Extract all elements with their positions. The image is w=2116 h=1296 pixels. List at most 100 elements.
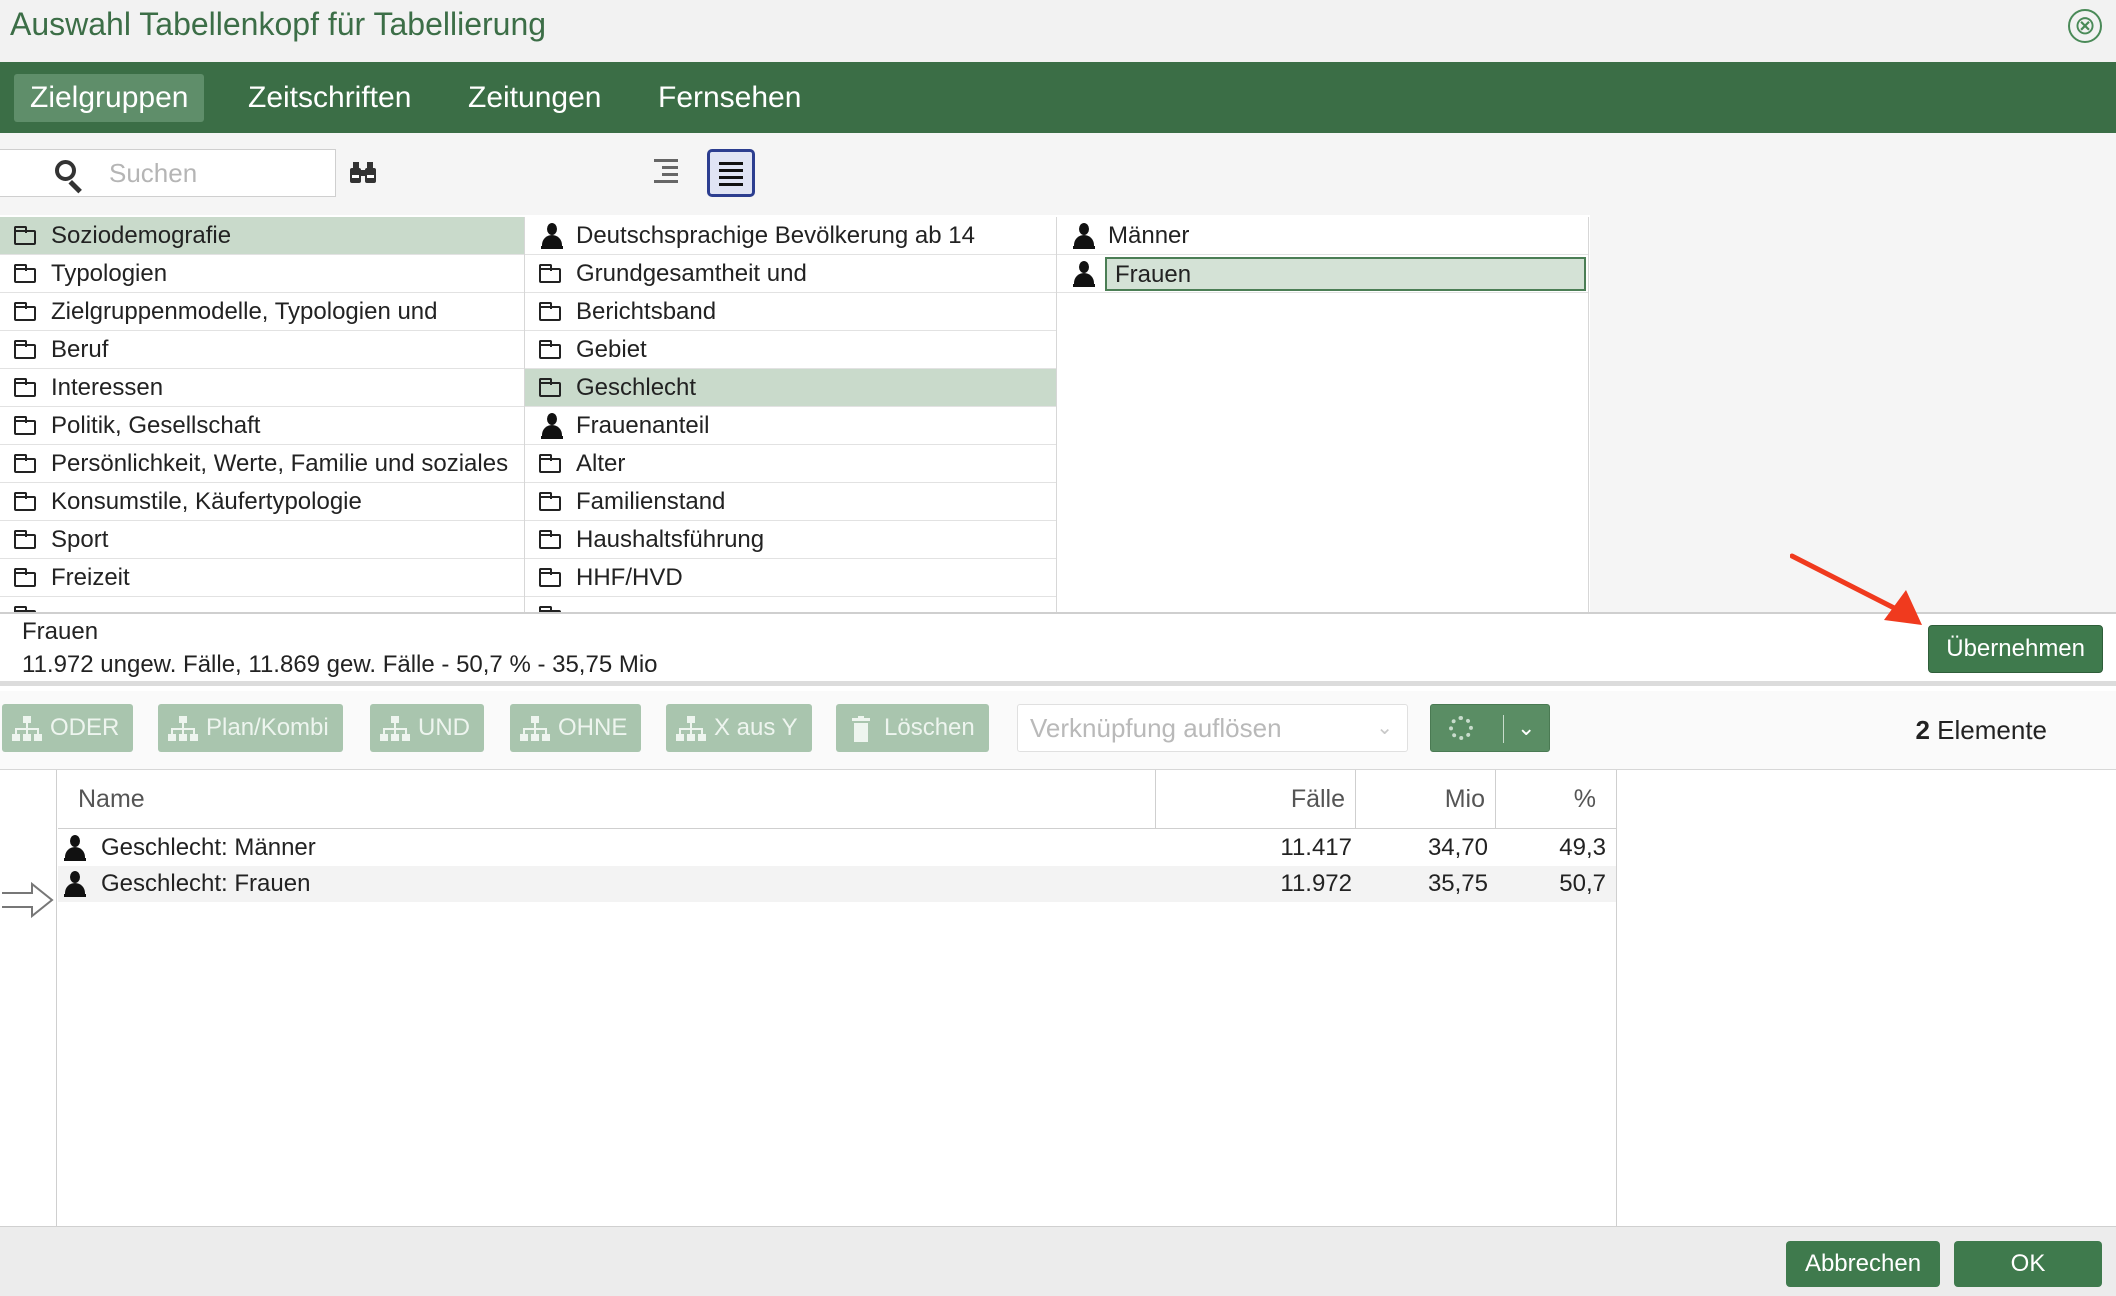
list-item[interactable]: Sport bbox=[0, 521, 524, 559]
hierarchy-icon bbox=[676, 716, 706, 742]
selected-name: Frauen bbox=[22, 618, 99, 645]
gear-icon bbox=[1449, 716, 1473, 740]
list-item-soziodemografie[interactable]: Soziodemografie bbox=[0, 217, 524, 255]
folder-icon bbox=[14, 226, 36, 245]
plan-kombi-button[interactable]: Plan/Kombi bbox=[158, 704, 343, 752]
link-resolve-select[interactable]: Verknüpfung auflösen ⌄ bbox=[1017, 704, 1408, 752]
folder-icon bbox=[14, 492, 36, 511]
list-item-maenner[interactable]: Männer bbox=[1057, 217, 1588, 255]
ok-button[interactable]: OK bbox=[1954, 1241, 2102, 1287]
category-browser: Soziodemografie Typologien Zielgruppenmo… bbox=[0, 215, 1590, 612]
search-input[interactable]: Suchen bbox=[0, 149, 336, 197]
person-icon bbox=[1073, 261, 1095, 287]
column-header-mio[interactable]: Mio bbox=[1355, 770, 1495, 829]
cancel-button[interactable]: Abbrechen bbox=[1786, 1241, 1940, 1287]
current-row-arrow-icon bbox=[2, 881, 54, 919]
loeschen-button[interactable]: Löschen bbox=[836, 704, 989, 752]
list-item[interactable]: HHF/HVD bbox=[525, 559, 1056, 597]
selected-stats: 11.972 ungew. Fälle, 11.869 gew. Fälle -… bbox=[22, 651, 658, 678]
column-header-name[interactable]: Name bbox=[58, 770, 1155, 829]
hierarchy-icon bbox=[168, 716, 198, 742]
folder-icon bbox=[539, 302, 561, 321]
title-bar: Auswahl Tabellenkopf für Tabellierung ⊗ bbox=[0, 0, 2116, 62]
und-button[interactable]: UND bbox=[370, 704, 484, 752]
folder-icon bbox=[539, 340, 561, 359]
folder-icon bbox=[539, 492, 561, 511]
row-gutter bbox=[0, 770, 57, 1227]
folder-icon bbox=[14, 302, 36, 321]
indent-view-icon[interactable] bbox=[642, 149, 690, 197]
tab-zielgruppen[interactable]: Zielgruppen bbox=[14, 74, 205, 122]
folder-icon bbox=[14, 568, 36, 587]
operations-bar: ODER Plan/Kombi UND OHNE X aus Y Löschen… bbox=[0, 691, 2116, 769]
list-item[interactable]: Typologien bbox=[0, 255, 524, 293]
list-item[interactable]: Alter bbox=[525, 445, 1056, 483]
settings-menu-button[interactable]: ⌄ bbox=[1430, 704, 1550, 752]
person-icon bbox=[64, 871, 86, 897]
table-row[interactable]: Geschlecht: Frauen 11.972 35,75 50,7 bbox=[58, 866, 1616, 902]
list-item-partial[interactable] bbox=[0, 597, 524, 612]
list-item[interactable]: Beruf bbox=[0, 331, 524, 369]
toolbar: Suchen bbox=[0, 133, 2116, 215]
list-item[interactable]: Persönlichkeit, Werte, Familie und sozia… bbox=[0, 445, 524, 483]
list-view-icon[interactable] bbox=[707, 149, 755, 197]
list-item[interactable]: Haushaltsführung bbox=[525, 521, 1056, 559]
x-aus-y-button[interactable]: X aus Y bbox=[666, 704, 812, 752]
apply-button[interactable]: Übernehmen bbox=[1928, 625, 2103, 673]
empty-side-panel bbox=[1616, 770, 2116, 1227]
list-item[interactable]: Freizeit bbox=[0, 559, 524, 597]
folder-icon bbox=[14, 378, 36, 397]
person-icon bbox=[64, 835, 86, 861]
list-item-frauen[interactable]: Frauen bbox=[1057, 255, 1588, 293]
tab-fernsehen[interactable]: Fernsehen bbox=[642, 74, 817, 122]
list-item[interactable]: Berichtsband bbox=[525, 293, 1056, 331]
person-icon bbox=[1073, 223, 1095, 249]
trash-icon bbox=[846, 716, 876, 742]
annotation-arrow-icon bbox=[1790, 553, 1922, 625]
table-row[interactable]: Geschlecht: Männer 11.417 34,70 49,3 bbox=[58, 830, 1616, 866]
category-column-1: Soziodemografie Typologien Zielgruppenmo… bbox=[0, 217, 525, 612]
hierarchy-icon bbox=[380, 716, 410, 742]
list-item[interactable]: Grundgesamtheit und bbox=[525, 255, 1056, 293]
folder-icon bbox=[14, 530, 36, 549]
tab-bar: Zielgruppen Zeitschriften Zeitungen Fern… bbox=[0, 62, 2116, 133]
person-icon bbox=[541, 223, 563, 249]
search-placeholder: Suchen bbox=[109, 158, 198, 188]
hierarchy-icon bbox=[12, 716, 42, 742]
binoculars-icon[interactable] bbox=[348, 160, 378, 193]
folder-icon bbox=[539, 378, 561, 397]
list-item[interactable]: Interessen bbox=[0, 369, 524, 407]
ohne-button[interactable]: OHNE bbox=[510, 704, 642, 752]
window-title: Auswahl Tabellenkopf für Tabellierung bbox=[10, 6, 547, 42]
dialog-footer: Abbrechen OK bbox=[0, 1226, 2116, 1296]
column-header-percent[interactable]: % bbox=[1495, 770, 1616, 829]
person-icon bbox=[541, 413, 563, 439]
tab-zeitungen[interactable]: Zeitungen bbox=[452, 74, 617, 122]
selection-table: Name Fälle Mio % Geschlecht: Männer 11.4… bbox=[0, 769, 2116, 1227]
folder-icon bbox=[14, 416, 36, 435]
category-column-2: Deutschsprachige Bevölkerung ab 14 Grund… bbox=[525, 217, 1057, 612]
element-count: 2 Elemente bbox=[1915, 715, 2047, 745]
folder-icon bbox=[539, 264, 561, 283]
list-item[interactable]: Gebiet bbox=[525, 331, 1056, 369]
folder-icon bbox=[539, 530, 561, 549]
chevron-down-icon: ⌄ bbox=[1517, 715, 1536, 740]
chevron-down-icon: ⌄ bbox=[1376, 717, 1393, 739]
tab-zeitschriften[interactable]: Zeitschriften bbox=[232, 74, 427, 122]
column-header-faelle[interactable]: Fälle bbox=[1155, 770, 1355, 829]
folder-icon bbox=[14, 264, 36, 283]
list-item-geschlecht[interactable]: Geschlecht bbox=[525, 369, 1056, 407]
list-item[interactable]: Zielgruppenmodelle, Typologien und bbox=[0, 293, 524, 331]
list-item[interactable]: Deutschsprachige Bevölkerung ab 14 bbox=[525, 217, 1056, 255]
list-item[interactable]: Frauenanteil bbox=[525, 407, 1056, 445]
oder-button[interactable]: ODER bbox=[2, 704, 134, 752]
search-icon bbox=[55, 160, 82, 194]
folder-icon bbox=[14, 340, 36, 359]
close-icon[interactable]: ⊗ bbox=[2068, 9, 2102, 43]
list-item[interactable]: Konsumstile, Käufertypologie bbox=[0, 483, 524, 521]
folder-icon bbox=[539, 454, 561, 473]
category-column-3: Männer Frauen bbox=[1057, 217, 1589, 612]
list-item[interactable]: Familienstand bbox=[525, 483, 1056, 521]
list-item-partial[interactable] bbox=[525, 597, 1056, 612]
list-item[interactable]: Politik, Gesellschaft bbox=[0, 407, 524, 445]
